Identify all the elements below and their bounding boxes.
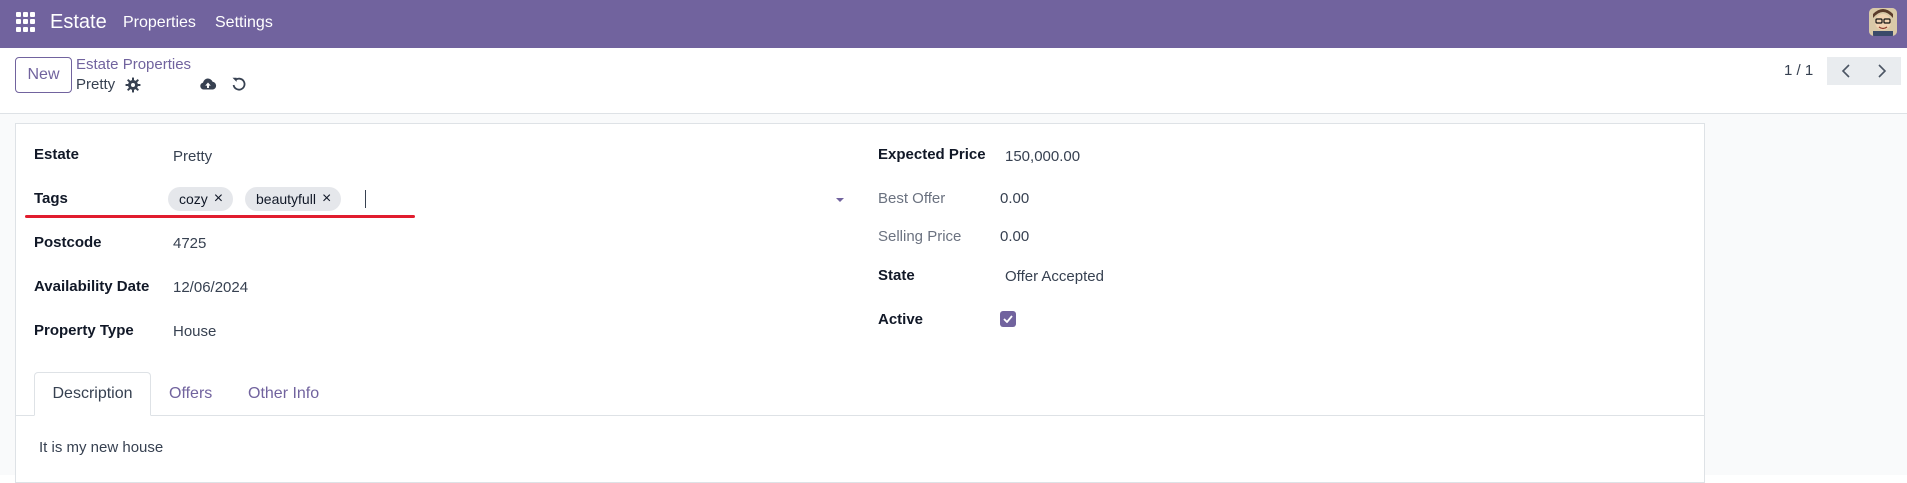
active-checkbox[interactable] [1000, 311, 1016, 327]
best-offer-value: 0.00 [1000, 190, 1030, 207]
user-avatar[interactable] [1869, 8, 1897, 36]
description-text[interactable]: It is my new house [39, 439, 163, 456]
new-button[interactable]: New [15, 57, 72, 93]
tabs-divider [16, 415, 1704, 416]
estate-field[interactable]: Pretty [173, 148, 212, 165]
pager-value[interactable]: 1 / 1 [1784, 62, 1813, 79]
tab-description[interactable]: Description [34, 372, 151, 416]
property-type-label: Property Type [34, 322, 134, 339]
app-name[interactable]: Estate [50, 11, 107, 34]
checkmark-icon [1003, 315, 1013, 323]
menu-settings[interactable]: Settings [215, 14, 273, 32]
menu-properties[interactable]: Properties [123, 14, 196, 32]
pager-next-button[interactable] [1863, 57, 1901, 85]
gear-icon[interactable] [125, 77, 141, 93]
discard-icon[interactable] [231, 76, 247, 92]
tab-other-info[interactable]: Other Info [248, 385, 319, 403]
chevron-right-icon [1878, 64, 1887, 78]
tag-beautyfull[interactable]: beautyfull × [245, 187, 342, 211]
breadcrumb-current: Pretty [76, 76, 116, 93]
tags-input-cursor[interactable] [365, 190, 366, 208]
state-field[interactable]: Offer Accepted [1005, 268, 1104, 285]
selling-price-label: Selling Price [878, 228, 962, 245]
state-label: State [878, 267, 915, 284]
postcode-label: Postcode [34, 234, 102, 251]
tags-dropdown-caret-icon[interactable] [836, 198, 844, 202]
availability-date-label: Availability Date [34, 278, 150, 295]
expected-price-field[interactable]: 150,000.00 [1005, 148, 1080, 165]
chevron-left-icon [1841, 64, 1850, 78]
tag-label: cozy [179, 191, 208, 207]
estate-label: Estate [34, 146, 80, 163]
availability-date-field[interactable]: 12/06/2024 [173, 279, 248, 296]
save-cloud-icon[interactable] [199, 76, 217, 92]
active-label: Active [878, 311, 924, 328]
expected-price-label: Expected Price [878, 146, 986, 163]
red-underline-annotation [25, 215, 415, 218]
remove-tag-icon[interactable]: × [322, 191, 331, 207]
top-navbar: Estate Properties Settings [0, 0, 1907, 48]
breadcrumb-parent[interactable]: Estate Properties [76, 56, 191, 73]
property-type-field[interactable]: House [173, 323, 216, 340]
tag-cozy[interactable]: cozy × [168, 187, 234, 211]
form-sheet [15, 123, 1705, 483]
tags-label: Tags [34, 190, 68, 207]
best-offer-label: Best Offer [878, 190, 946, 207]
tab-offers[interactable]: Offers [169, 385, 212, 403]
pager-previous-button[interactable] [1827, 57, 1865, 85]
tag-label: beautyfull [256, 191, 316, 207]
selling-price-value: 0.00 [1000, 228, 1030, 245]
control-panel: New Estate Properties Pretty 1 / 1 [0, 48, 1907, 114]
postcode-field[interactable]: 4725 [173, 235, 206, 252]
remove-tag-icon[interactable]: × [214, 191, 223, 207]
apps-menu-icon[interactable] [16, 12, 36, 32]
